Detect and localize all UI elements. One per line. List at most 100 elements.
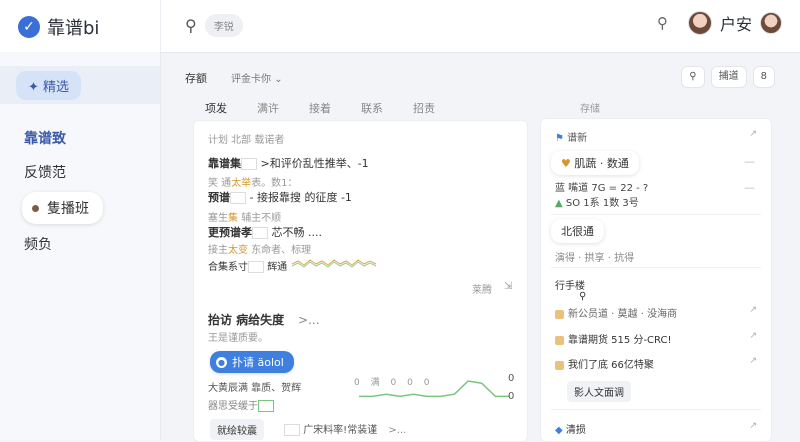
- arrow-icon-4[interactable]: ↗: [749, 356, 757, 366]
- row-6-label: 接主: [208, 245, 228, 256]
- right-footer[interactable]: ◆ 清损: [555, 421, 586, 436]
- right-title-text: 谱新: [567, 133, 588, 144]
- ai-pill-label: 扑请 äolol: [232, 356, 284, 369]
- right-item-1[interactable]: 新公员道 · 莫越 · 没海商: [555, 305, 677, 320]
- username[interactable]: 户安: [720, 11, 752, 35]
- arrow-icon-1[interactable]: ↗: [749, 129, 757, 139]
- section-more: >...: [298, 313, 320, 327]
- sidebar-chip-label: 精选: [43, 80, 70, 95]
- row-4-text: 辅主不顺: [241, 213, 282, 224]
- right-footer-text: 清损: [565, 425, 586, 436]
- row-7[interactable]: 合集系寸 辉通: [208, 258, 287, 273]
- right-button[interactable]: 影人文面调: [567, 381, 631, 402]
- row-3[interactable]: 预谱 - 接报靠搜 的征度 -1: [208, 189, 352, 205]
- row-1[interactable]: 靠谱集 >和评价乱性推举、-1: [208, 155, 369, 171]
- more-link[interactable]: 莱腾: [472, 281, 492, 296]
- expand-icon[interactable]: ⇲: [504, 281, 512, 292]
- card-header: 计划 北部 载诺者: [208, 135, 285, 146]
- arrow-icon-2[interactable]: ↗: [749, 305, 757, 315]
- right-item-2-text: 靠谱期货 515 分-CRC!: [568, 335, 672, 346]
- row-1-text: >和评价乱性推举、-1: [260, 157, 369, 170]
- notification-search-icon[interactable]: ⚲: [657, 14, 668, 32]
- sidebar-item-3[interactable]: 隻播班: [22, 192, 103, 224]
- row-2-label: 笑 通: [208, 178, 232, 189]
- separator-2: [551, 267, 761, 268]
- filter-dropdown-label: 评金卡你: [231, 74, 271, 85]
- row-7-text: 辉通: [267, 262, 288, 273]
- heart-icon: ♥: [561, 157, 571, 170]
- right-title: ⚑ 谱新: [555, 129, 587, 144]
- line-2-mark: [258, 400, 274, 412]
- avatar[interactable]: [687, 11, 712, 35]
- ai-pill[interactable]: ● 扑请 äolol: [210, 351, 294, 373]
- top-right-actions: ⚲ 户安: [657, 11, 782, 35]
- right-item-3[interactable]: 我们了底 66亿特聚: [555, 356, 654, 371]
- chart-right-top: 0: [508, 373, 515, 384]
- stat-2: ▲ SO 1系 1数 3号: [555, 194, 639, 209]
- filter-dropdown[interactable]: 评金卡你 ⌄: [231, 70, 283, 85]
- secondary-avatar[interactable]: [760, 12, 782, 34]
- chart-right-bottom: 0: [508, 391, 515, 402]
- mini-line-chart: [359, 380, 509, 398]
- row-1-label: 靠谱集: [208, 157, 241, 170]
- arrow-icon-3[interactable]: ↗: [749, 331, 757, 341]
- filter-button-2[interactable]: 8: [752, 66, 775, 88]
- sparkle-icon: ✦: [28, 80, 39, 95]
- footer-button[interactable]: 就绘较震: [210, 419, 264, 440]
- section-title-text: 抬访 病给失度: [208, 313, 285, 327]
- filter-row: 存额 评金卡你 ⌄ ⚲ 捕道 8: [185, 66, 775, 88]
- row-4-highlight: 集: [228, 213, 238, 224]
- dot-icon: [32, 204, 39, 212]
- right-chip[interactable]: ♥ 肌蔬 · 数通: [551, 151, 639, 175]
- arrow-icon-5[interactable]: ↗: [749, 421, 757, 431]
- row-2-highlight: 太举: [231, 178, 252, 189]
- leaf-icon: ▲: [555, 198, 563, 209]
- footer-text-label: 广宋料率!常装谨: [303, 425, 378, 436]
- separator-1: [551, 214, 761, 215]
- main-card: 计划 北部 载诺者 靠谱集 >和评价乱性推举、-1 笑 通太举表。数1： 预谱 …: [193, 120, 528, 442]
- filter-button-1[interactable]: 捕道: [710, 66, 747, 88]
- section-title[interactable]: 抬访 病给失度 >...: [208, 311, 320, 328]
- filter-title: 存额: [185, 72, 207, 85]
- sidebar-chip[interactable]: ✦ 精选: [16, 71, 82, 100]
- row-3-blank: [230, 192, 246, 204]
- right-panel-label: 存储: [580, 104, 600, 115]
- dash-icon-1: —: [744, 155, 755, 168]
- search-icon[interactable]: ⚲: [185, 16, 197, 35]
- right-card: ⚑ 谱新 ↗ ♥ 肌蔬 · 数通 — 蓝 嘴道 7G = 22 - ? ▲ SO…: [540, 118, 772, 442]
- sidebar-item-2[interactable]: 反馈范: [24, 162, 66, 182]
- row-6[interactable]: 接主太变 东命者、标理: [208, 241, 311, 256]
- item-2-icon: [555, 335, 564, 345]
- row-5-blank: [252, 227, 268, 239]
- flag-icon: ⚑: [555, 133, 564, 144]
- sidebar-item-4[interactable]: 频负: [24, 234, 52, 254]
- stat-2-text: SO 1系 1数 3号: [565, 198, 639, 209]
- row-5[interactable]: 更预谱孝 芯不畅 ....: [208, 224, 322, 240]
- sidebar: ✦ 精选 靠谱致 反馈范 隻播班 频负: [0, 52, 161, 440]
- row-2[interactable]: 笑 通太举表。数1：: [208, 174, 298, 189]
- row-5-label: 更预谱孝: [208, 226, 252, 239]
- brand[interactable]: ✓ 靠谱bi: [18, 14, 99, 40]
- row-6-text: 东命者、标理: [251, 245, 312, 256]
- search-bar[interactable]: ⚲ 李锐: [185, 14, 243, 37]
- sidebar-item-1[interactable]: 靠谱致: [24, 128, 66, 148]
- stat-1: 蓝 嘴道 7G = 22 - ?: [555, 183, 649, 194]
- right-tag[interactable]: 北很通: [551, 219, 604, 243]
- filter-search-button[interactable]: ⚲: [681, 66, 705, 88]
- row-7-sparkline: [292, 259, 377, 268]
- row-7-label: 合集系寸: [208, 262, 248, 273]
- search-input[interactable]: 李锐: [204, 14, 243, 37]
- row-4-label: 塞生: [208, 213, 228, 224]
- right-item-2[interactable]: 靠谱期货 515 分-CRC!: [555, 331, 671, 346]
- item-3-icon: [555, 360, 564, 370]
- tag-icon: ◆: [555, 425, 563, 436]
- right-chip-text: 肌蔬 · 数通: [574, 157, 629, 170]
- line-1: 大黄辰满 靠质、贺辉: [208, 383, 302, 394]
- section-sub: 王是谨质要。: [208, 333, 268, 344]
- row-5-text: 芯不畅 ....: [271, 226, 322, 239]
- line-2: 器思受缓于: [208, 397, 274, 412]
- header-divider: [160, 0, 161, 52]
- filter-actions: ⚲ 捕道 8: [675, 66, 775, 88]
- line-2-text: 器思受缓于: [208, 401, 258, 412]
- row-4[interactable]: 塞生集 辅主不顺: [208, 209, 281, 224]
